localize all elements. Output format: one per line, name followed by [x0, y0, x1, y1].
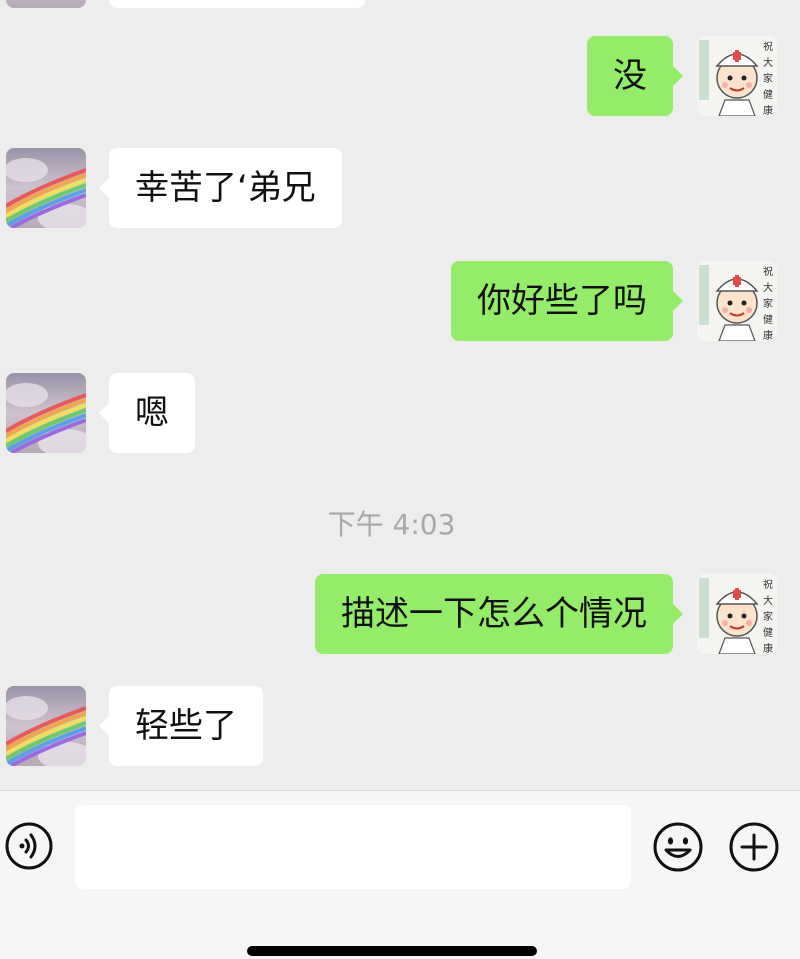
message-input-bar [0, 790, 800, 959]
svg-text:大: 大 [763, 281, 773, 294]
message-row: 轻些了 [0, 686, 800, 766]
chat-message-list[interactable]: 没 祝 大 家 健 康 幸苦了‘弟兄 你好些了吗 祝 大 家 健 康 嗯 下午 … [0, 0, 800, 790]
message-row: 描述一下怎么个情况 祝 大 家 健 康 [0, 574, 800, 654]
contact-avatar[interactable] [6, 0, 86, 8]
svg-text:康: 康 [763, 642, 773, 654]
voice-icon[interactable] [4, 821, 54, 871]
emoji-icon[interactable] [652, 821, 704, 873]
contact-avatar[interactable] [6, 686, 86, 766]
home-indicator[interactable] [247, 946, 537, 956]
svg-text:祝: 祝 [763, 578, 773, 591]
outgoing-message-bubble[interactable]: 描述一下怎么个情况 [315, 574, 683, 654]
svg-text:大: 大 [763, 56, 773, 69]
message-row: 嗯 [0, 373, 800, 453]
message-row-partial [0, 0, 800, 8]
incoming-message-bubble[interactable]: 嗯 [99, 373, 195, 453]
outgoing-message-bubble[interactable]: 没 [587, 36, 683, 116]
svg-text:健: 健 [763, 314, 773, 326]
svg-text:大: 大 [763, 594, 773, 607]
contact-avatar[interactable] [6, 148, 86, 228]
contact-avatar[interactable] [6, 373, 86, 453]
user-avatar[interactable]: 祝 大 家 健 康 [697, 261, 777, 341]
incoming-message-bubble[interactable]: 轻些了 [99, 686, 263, 766]
svg-text:健: 健 [763, 627, 773, 639]
svg-text:康: 康 [763, 104, 773, 116]
incoming-message-bubble[interactable]: 幸苦了‘弟兄 [99, 148, 342, 228]
message-timestamp: 下午 4:03 [327, 508, 456, 541]
message-text-input[interactable] [75, 805, 631, 889]
incoming-message-bubble[interactable] [109, 0, 365, 8]
svg-text:祝: 祝 [763, 265, 773, 278]
user-avatar[interactable]: 祝 大 家 健 康 [697, 36, 777, 116]
user-avatar[interactable]: 祝 大 家 健 康 [697, 574, 777, 654]
svg-text:家: 家 [763, 610, 773, 623]
svg-text:祝: 祝 [763, 40, 773, 53]
outgoing-message-bubble[interactable]: 你好些了吗 [451, 261, 683, 341]
message-row: 你好些了吗 祝 大 家 健 康 [0, 261, 800, 341]
plus-icon[interactable] [728, 821, 780, 873]
message-row: 没 祝 大 家 健 康 [0, 36, 800, 116]
svg-text:家: 家 [763, 72, 773, 85]
message-row: 幸苦了‘弟兄 [0, 148, 800, 228]
svg-text:康: 康 [763, 329, 773, 341]
svg-text:健: 健 [763, 89, 773, 101]
svg-text:家: 家 [763, 297, 773, 310]
